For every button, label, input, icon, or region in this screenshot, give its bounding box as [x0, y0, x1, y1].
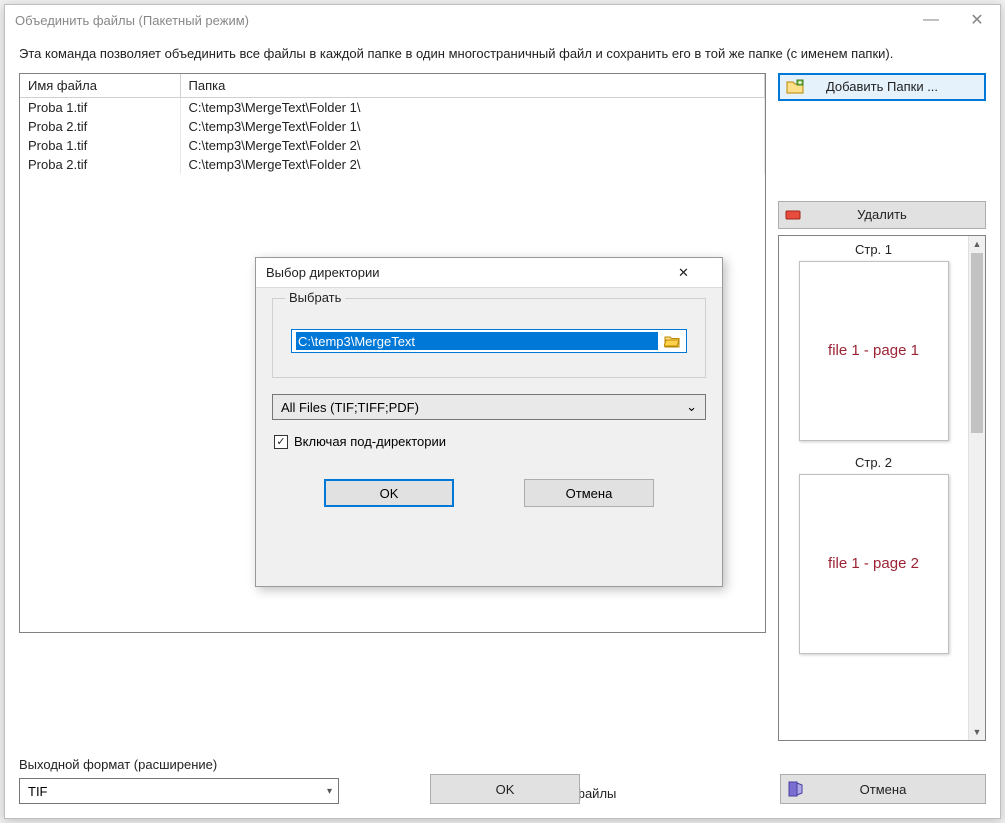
delete-label: Удалить	[857, 207, 907, 222]
dialog-title: Выбор директории	[266, 265, 678, 280]
page-label: Стр. 1	[855, 242, 892, 257]
select-label: Выбрать	[285, 290, 345, 305]
table-row[interactable]: Proba 1.tifC:\temp3\MergeText\Folder 2\	[20, 136, 765, 155]
output-format-label: Выходной формат (расширение)	[19, 757, 339, 772]
table-row[interactable]: Proba 1.tifC:\temp3\MergeText\Folder 1\	[20, 97, 765, 117]
cell-filename: Proba 1.tif	[20, 97, 180, 117]
cell-folder: C:\temp3\MergeText\Folder 2\	[180, 155, 765, 174]
page-label: Стр. 2	[855, 455, 892, 470]
delete-button[interactable]: Удалить	[778, 201, 986, 229]
add-folders-label: Добавить Папки ...	[826, 79, 938, 94]
preview-page[interactable]: Стр. 2 file 1 - page 2	[781, 455, 966, 654]
path-group: Выбрать C:\temp3\MergeText	[272, 298, 706, 378]
window-title: Объединить файлы (Пакетный режим)	[15, 13, 908, 28]
page-thumbnail: file 1 - page 2	[799, 474, 949, 654]
close-button[interactable]: ✕	[954, 5, 1000, 35]
path-input[interactable]: C:\temp3\MergeText	[291, 329, 687, 353]
folder-open-icon	[664, 334, 680, 348]
cell-filename: Proba 1.tif	[20, 136, 180, 155]
titlebar: Объединить файлы (Пакетный режим) — ✕	[5, 5, 1000, 35]
include-subdirs-checkbox[interactable]: Включая под-директории	[274, 434, 706, 449]
cell-folder: C:\temp3\MergeText\Folder 1\	[180, 97, 765, 117]
select-directory-dialog: Выбор директории ✕ Выбрать C:\temp3\Merg…	[255, 257, 723, 587]
scroll-down-icon[interactable]: ▼	[969, 723, 985, 740]
output-format-value: TIF	[28, 784, 48, 799]
table-row[interactable]: Proba 2.tifC:\temp3\MergeText\Folder 2\	[20, 155, 765, 174]
exit-icon	[787, 780, 805, 798]
file-filter-value: All Files (TIF;TIFF;PDF)	[281, 400, 419, 415]
output-format-select[interactable]: TIF ▾	[19, 778, 339, 804]
preview-scrollbar[interactable]: ▲ ▼	[968, 236, 985, 740]
add-folders-button[interactable]: Добавить Папки ...	[778, 73, 986, 101]
file-filter-select[interactable]: All Files (TIF;TIFF;PDF) ⌄	[272, 394, 706, 420]
minimize-button[interactable]: —	[908, 5, 954, 35]
delete-icon	[785, 209, 801, 221]
table-row[interactable]: Proba 2.tifC:\temp3\MergeText\Folder 1\	[20, 117, 765, 136]
dialog-titlebar: Выбор директории ✕	[256, 258, 722, 288]
checkbox-checked-icon	[274, 435, 288, 449]
include-subdirs-label: Включая под-директории	[294, 434, 446, 449]
cell-filename: Proba 2.tif	[20, 117, 180, 136]
dialog-close-button[interactable]: ✕	[678, 265, 722, 281]
browse-folder-button[interactable]	[662, 332, 682, 350]
chevron-down-icon: ▾	[327, 786, 332, 797]
path-value: C:\temp3\MergeText	[296, 332, 658, 350]
dialog-cancel-button[interactable]: Отмена	[524, 479, 654, 507]
cell-folder: C:\temp3\MergeText\Folder 1\	[180, 117, 765, 136]
scroll-up-icon[interactable]: ▲	[969, 236, 985, 253]
chevron-down-icon: ⌄	[686, 399, 697, 415]
cell-folder: C:\temp3\MergeText\Folder 2\	[180, 136, 765, 155]
page-thumbnail: file 1 - page 1	[799, 261, 949, 441]
folder-add-icon	[786, 79, 804, 95]
col-header-name[interactable]: Имя файла	[20, 74, 180, 98]
dialog-ok-button[interactable]: OK	[324, 479, 454, 507]
cell-filename: Proba 2.tif	[20, 155, 180, 174]
col-header-folder[interactable]: Папка	[180, 74, 765, 98]
cancel-button[interactable]: Отмена	[780, 774, 986, 804]
preview-page[interactable]: Стр. 1 file 1 - page 1	[781, 242, 966, 441]
scroll-thumb[interactable]	[971, 253, 983, 433]
description-text: Эта команда позволяет объединить все фай…	[19, 45, 986, 63]
main-window: Объединить файлы (Пакетный режим) — ✕ Эт…	[4, 4, 1001, 819]
ok-button[interactable]: OK	[430, 774, 580, 804]
preview-pane: Стр. 1 file 1 - page 1 Стр. 2 file 1 - page…	[778, 235, 986, 741]
